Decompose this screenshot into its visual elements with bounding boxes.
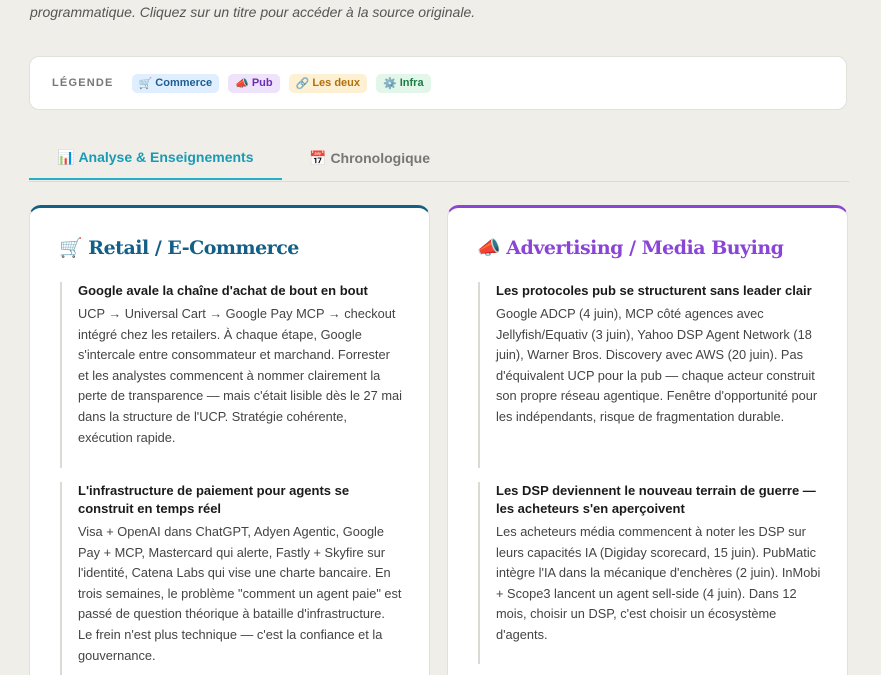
insight-title-link[interactable]: Google avale la chaîne d'achat de bout e… — [78, 282, 402, 300]
badge-infra: ⚙️ Infra — [376, 73, 431, 93]
megaphone-icon: 📣 — [477, 237, 501, 259]
megaphone-icon: 📣 — [235, 77, 249, 90]
badge-label: Infra — [399, 77, 424, 89]
card-title: 📣 Advertising / Media Buying — [477, 236, 784, 259]
insight-item: Les protocoles pub se structurent sans l… — [478, 282, 823, 468]
tab-analyse[interactable]: 📊 Analyse & Enseignements — [29, 136, 282, 180]
calendar-icon: 📅 — [309, 149, 327, 166]
insight-item: L'infrastructure de paiement pour agents… — [60, 482, 402, 675]
tab-chronologique[interactable]: 📅 Chronologique — [309, 136, 430, 180]
tab-label: Chronologique — [330, 150, 430, 166]
cart-icon: 🛒 — [59, 237, 83, 259]
insight-item: Google avale la chaîne d'achat de bout e… — [60, 282, 402, 468]
link-icon: 🔗 — [295, 77, 310, 90]
insight-text: UCP → Universal Cart → Google Pay MCP → … — [78, 306, 402, 445]
insight-item: Les DSP deviennent le nouveau terrain de… — [478, 482, 823, 664]
card-title-text: Advertising / Media Buying — [506, 237, 784, 259]
insight-title-link[interactable]: Les protocoles pub se structurent sans l… — [496, 282, 823, 300]
badge-label: Pub — [251, 77, 273, 89]
legend-panel: LÉGENDE 🛒 Commerce 📣 Pub 🔗 Les deux ⚙️ I… — [29, 56, 847, 110]
badge-label: Commerce — [155, 77, 213, 89]
page: programmatique. Cliquez sur un titre pou… — [0, 0, 881, 675]
gear-icon: ⚙️ — [383, 77, 397, 90]
badge-pub: 📣 Pub — [228, 73, 280, 93]
insight-text: Google ADCP (4 juin), MCP côté agences a… — [496, 306, 818, 424]
insight-text: Visa + OpenAI dans ChatGPT, Adyen Agenti… — [78, 524, 402, 663]
advertising-card: 📣 Advertising / Media Buying Les protoco… — [447, 205, 848, 675]
card-title: 🛒 Retail / E-Commerce — [59, 236, 299, 259]
insight-text: Les acheteurs média commencent à noter l… — [496, 524, 821, 642]
insight-title-link[interactable]: Les DSP deviennent le nouveau terrain de… — [496, 482, 823, 518]
legend-title: LÉGENDE — [52, 77, 114, 89]
tab-bar: 📊 Analyse & Enseignements 📅 Chronologiqu… — [29, 136, 849, 182]
tab-label: Analyse & Enseignements — [78, 149, 254, 165]
intro-text: programmatique. Cliquez sur un titre pou… — [30, 4, 476, 20]
badge-both: 🔗 Les deux — [288, 73, 368, 93]
insight-title-link[interactable]: L'infrastructure de paiement pour agents… — [78, 482, 402, 518]
retail-card: 🛒 Retail / E-Commerce Google avale la ch… — [29, 205, 430, 675]
badge-commerce: 🛒 Commerce — [131, 73, 220, 93]
cart-icon: 🛒 — [138, 77, 153, 90]
card-title-text: Retail / E-Commerce — [88, 237, 299, 259]
badge-label: Les deux — [312, 77, 361, 89]
bar-chart-icon: 📊 — [57, 148, 75, 165]
